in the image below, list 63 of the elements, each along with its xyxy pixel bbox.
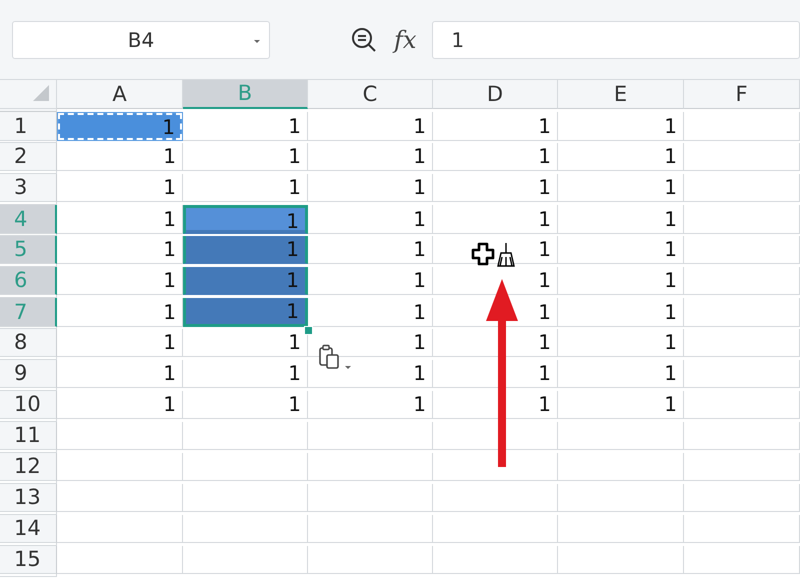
table-cell: 1 [308,205,433,234]
row-header[interactable]: 15 [0,546,57,574]
table-cell: 1 [558,329,684,356]
table-cell: 1 [57,174,183,202]
table-cell: 1 [558,267,684,294]
table-cell: 1 [183,174,308,202]
fx-label[interactable]: fx [394,26,416,54]
table-cell: 1 [57,360,183,388]
table-cell: 1 [308,391,433,418]
table-cell: 1 [433,143,558,170]
table-cell: 1 [183,298,308,326]
row-header[interactable]: 1 [0,112,57,141]
table-cell: 1 [433,174,558,202]
row-header[interactable]: 13 [0,484,57,512]
column-header[interactable]: E [558,80,684,108]
table-cell: 1 [183,112,308,141]
table-cell: 1 [558,143,684,170]
table-cell: 1 [183,391,308,418]
table-cell: 1 [433,112,558,141]
table-cell: 1 [308,298,433,326]
table-cell: 1 [558,391,684,418]
table-cell: 1 [57,391,183,418]
column-header[interactable]: A [57,80,183,108]
row-header[interactable]: 2 [0,143,57,170]
table-cell: 1 [183,267,308,294]
table-cell: 1 [308,112,433,141]
table-cell: 1 [183,143,308,170]
table-cell: 1 [558,360,684,388]
row-header[interactable]: 12 [0,453,57,480]
table-cell: 1 [183,360,308,388]
zoom-icon[interactable] [350,26,378,54]
formula-field[interactable]: 1 [432,20,800,58]
row-header[interactable]: 8 [0,329,57,356]
row-header[interactable]: 11 [0,422,57,450]
table-cell: 1 [57,112,183,141]
caret-icon [253,38,261,44]
table-cell: 1 [308,267,433,294]
table-cell: 1 [183,205,308,234]
table-cell: 1 [558,205,684,234]
table-cell: 1 [308,174,433,202]
table-cell: 1 [558,298,684,326]
table-cell: 1 [433,205,558,234]
row-header[interactable]: 9 [0,360,57,388]
column-header[interactable]: F [684,80,800,108]
table-cell: 1 [558,112,684,141]
paste-options-button[interactable] [318,344,352,370]
table-cell: 1 [308,143,433,170]
row-header[interactable]: 3 [0,174,57,202]
table-cell: 1 [57,329,183,356]
fill-cursor-icon [470,241,518,269]
fill-handle[interactable] [304,326,313,335]
table-cell: 1 [308,236,433,264]
triangle-icon [32,84,50,102]
table-cell: 1 [57,143,183,170]
table-cell: 1 [183,236,308,264]
column-header[interactable]: C [308,80,433,108]
row-header[interactable]: 10 [0,391,57,418]
row-header[interactable]: 14 [0,515,57,542]
table-cell: 1 [558,236,684,264]
caret-icon [344,365,352,370]
column-header[interactable]: D [433,80,558,108]
name-box[interactable]: B4 [12,20,270,58]
table-cell: 1 [558,174,684,202]
